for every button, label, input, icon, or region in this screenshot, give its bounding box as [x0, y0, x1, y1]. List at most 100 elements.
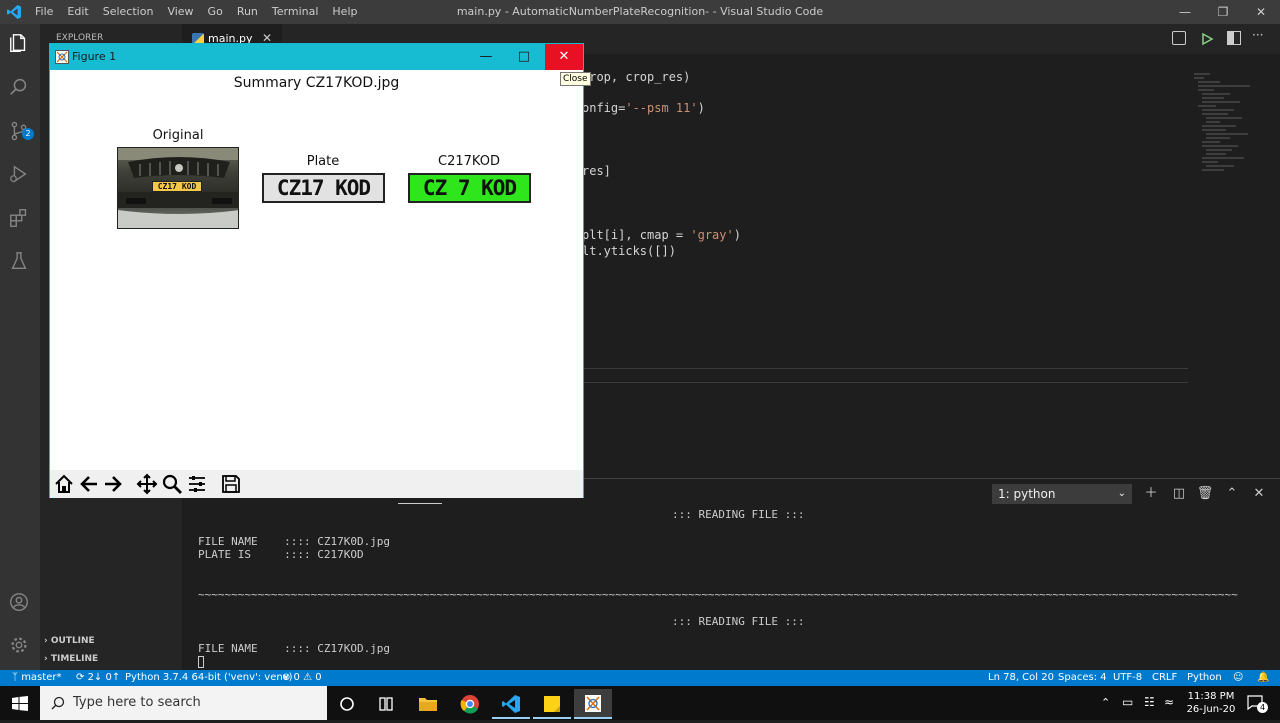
configure-subplots-icon[interactable] — [186, 473, 210, 495]
notification-count: 4 — [1257, 702, 1268, 713]
line-endings[interactable]: CRLF — [1152, 670, 1177, 686]
figure-titlebar[interactable]: Figure 1 — □ ✕ — [50, 44, 583, 70]
close-panel-icon[interactable]: ✕ — [1250, 485, 1268, 503]
split-terminal-icon[interactable]: ◫ — [1170, 485, 1188, 503]
cursor-position[interactable]: Ln 78, Col 20 — [988, 670, 1054, 686]
outline-label: OUTLINE — [50, 636, 95, 646]
matplotlib-window-icon — [55, 50, 69, 64]
close-tooltip: Close — [560, 72, 591, 86]
action-center-icon[interactable]: 4 — [1246, 694, 1268, 713]
code-line: crop, crop_res) — [582, 70, 691, 84]
zoom-magnifier-icon[interactable] — [161, 473, 185, 495]
python-interpreter[interactable]: Python 3.7.4 64-bit ('venv': venv) — [125, 670, 293, 686]
terminal-line: FILE NAME :::: CZ17KOD.jpg — [198, 642, 391, 655]
git-branch[interactable]: ᛉ master* — [12, 670, 61, 686]
original-title: Original — [152, 128, 204, 143]
feedback-icon[interactable]: ☺ — [1233, 670, 1243, 686]
menu-view[interactable]: View — [160, 0, 200, 24]
close-button[interactable]: ✕ — [1242, 0, 1280, 24]
terminal-select-value: 1: python — [998, 487, 1056, 501]
indent-spaces[interactable]: Spaces: 4 — [1058, 670, 1107, 686]
battery-icon[interactable]: ▭ — [1122, 695, 1133, 709]
save-disk-icon[interactable] — [220, 473, 244, 495]
git-branch-label: master* — [21, 672, 62, 683]
account-icon[interactable] — [8, 591, 32, 615]
explorer-icon[interactable] — [8, 32, 32, 56]
plate-title: Plate — [306, 154, 340, 169]
figure-suptitle: Summary CZ17KOD.jpg — [233, 75, 400, 91]
terminal-scroll-indicator — [398, 503, 442, 504]
minimize-button[interactable]: — — [1166, 0, 1204, 24]
restore-button[interactable]: ❐ — [1204, 0, 1242, 24]
outline-section[interactable]: › OUTLINE — [44, 636, 95, 646]
figure-window: Figure 1 — □ ✕ Summary CZ17KOD.jpg Origi… — [49, 43, 584, 498]
run-debug-icon[interactable] — [8, 163, 32, 187]
vscode-logo-icon — [7, 5, 21, 19]
menu-selection[interactable]: Selection — [96, 0, 161, 24]
back-arrow-icon[interactable] — [78, 473, 102, 495]
more-actions-icon[interactable]: ··· — [1252, 28, 1263, 42]
plate-image: CZ17 KOD — [262, 173, 385, 203]
menu-help[interactable]: Help — [325, 0, 364, 24]
chevron-down-icon: ⌄ — [1117, 488, 1126, 499]
windows-start-icon[interactable] — [12, 696, 28, 711]
activity-bar: 2 — [0, 24, 40, 670]
terminal-panel: 1: python ⌄ ＋ ◫ 🗑 ⌃ ✕ ::: READING FILE :… — [182, 478, 1280, 670]
maximize-panel-icon[interactable]: ⌃ — [1223, 485, 1241, 503]
figure-close-button[interactable]: ✕ — [545, 44, 583, 70]
notifications-bell-icon[interactable]: 🔔 — [1257, 670, 1269, 686]
menu-go[interactable]: Go — [201, 0, 230, 24]
network-icon[interactable]: ☷ — [1144, 695, 1155, 709]
split-editor-icon[interactable] — [1227, 31, 1241, 45]
run-python-icon[interactable] — [1200, 31, 1214, 46]
timeline-section[interactable]: › TIMELINE — [44, 654, 98, 664]
sticky-notes-icon[interactable] — [533, 689, 571, 719]
cortana-icon[interactable] — [328, 689, 366, 719]
home-icon[interactable] — [53, 473, 77, 495]
search-icon[interactable] — [8, 76, 32, 100]
kill-terminal-icon[interactable]: 🗑 — [1196, 485, 1214, 503]
plate-text: CZ17 KOD — [276, 176, 371, 200]
menu-run[interactable]: Run — [230, 0, 265, 24]
menu-terminal[interactable]: Terminal — [265, 0, 326, 24]
settings-gear-icon[interactable] — [8, 634, 32, 658]
terminal-line: ::: READING FILE ::: — [672, 615, 805, 628]
taskbar-search-box[interactable]: Type here to search — [40, 686, 327, 720]
file-explorer-icon[interactable] — [409, 689, 447, 719]
code-line: lt.yticks([]) — [582, 244, 676, 258]
forward-arrow-icon[interactable] — [102, 473, 126, 495]
terminal-cursor — [198, 656, 204, 668]
menu-edit[interactable]: Edit — [60, 0, 95, 24]
language-mode[interactable]: Python — [1187, 670, 1222, 686]
editor-divider — [582, 368, 1188, 369]
figure-minimize-button[interactable]: — — [467, 44, 505, 70]
testing-flask-icon[interactable] — [8, 250, 32, 274]
chrome-icon[interactable] — [451, 689, 489, 719]
code-line: plt[i], cmap = 'gray') — [582, 228, 741, 242]
code-line: onfig='--psm 11') — [582, 101, 705, 115]
new-terminal-icon[interactable]: ＋ — [1142, 485, 1160, 503]
terminal-line: ::: READING FILE ::: — [672, 508, 805, 521]
encoding[interactable]: UTF-8 — [1113, 670, 1142, 686]
vscode-taskbar-icon[interactable] — [492, 689, 530, 719]
task-view-icon[interactable] — [367, 689, 405, 719]
result-plate-image: CZ 7 KOD — [408, 173, 531, 203]
python-figure-taskbar-icon[interactable] — [574, 689, 612, 719]
minimap[interactable] — [1190, 70, 1274, 180]
pan-move-icon[interactable] — [136, 473, 160, 495]
tray-chevron-icon[interactable]: ⌃ — [1101, 696, 1110, 709]
search-placeholder: Type here to search — [73, 695, 201, 710]
wifi-icon[interactable]: ≈ — [1164, 695, 1174, 709]
clock[interactable]: 11:38 PM 26-Jun-20 — [1184, 690, 1238, 716]
terminal-select[interactable]: 1: python ⌄ — [992, 484, 1132, 504]
problems-count[interactable]: ⊗ 0 ⚠ 0 — [282, 670, 322, 686]
clock-date: 26-Jun-20 — [1186, 704, 1236, 715]
extensions-icon[interactable] — [8, 207, 32, 231]
git-sync-label: 2↓ 0↑ — [87, 672, 121, 683]
open-changes-icon[interactable] — [1172, 31, 1186, 45]
git-sync[interactable]: ⟳ 2↓ 0↑ — [76, 670, 120, 686]
terminal-separator: ~~~~~~~~~~~~~~~~~~~~~~~~~~~~~~~~~~~~~~~~… — [198, 588, 1238, 601]
windows-taskbar: Type here to search ⌃ ▭ ☷ ≈ 11:38 PM 26-… — [0, 686, 1280, 720]
menu-file[interactable]: File — [28, 0, 60, 24]
figure-maximize-button[interactable]: □ — [505, 44, 543, 70]
